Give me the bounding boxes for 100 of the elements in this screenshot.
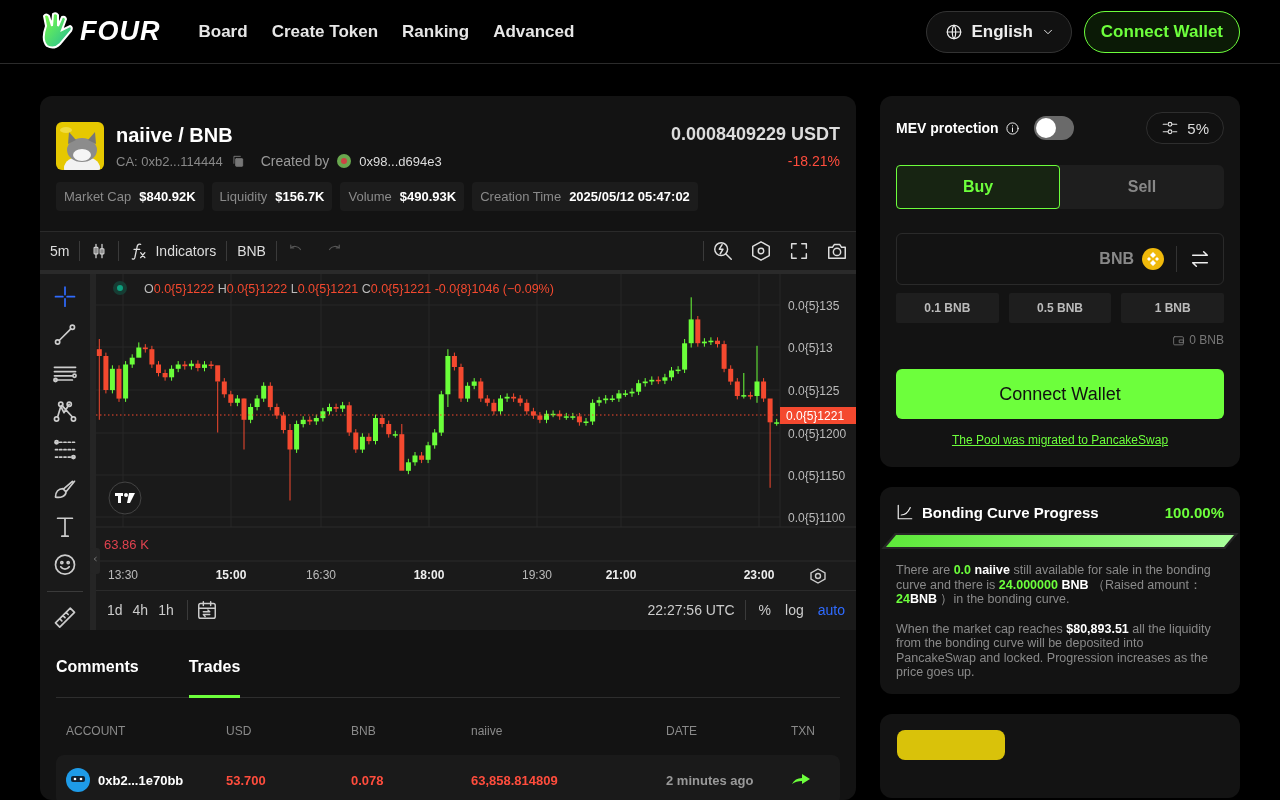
column-header: DATE bbox=[666, 724, 699, 738]
stat-value: $490.93K bbox=[399, 189, 457, 204]
wallet-balance: 0 BNB bbox=[1189, 333, 1224, 347]
status-dot-icon bbox=[113, 281, 127, 295]
trend-line-icon[interactable] bbox=[52, 322, 78, 348]
connect-wallet-button[interactable]: Connect Wallet bbox=[896, 369, 1224, 419]
range-button[interactable]: 1h bbox=[153, 602, 179, 618]
coin-icon bbox=[1142, 248, 1164, 270]
nav-link[interactable]: Advanced bbox=[493, 21, 575, 42]
logo-text: FOUR bbox=[80, 16, 161, 47]
time-tick-label: 21:00 bbox=[605, 568, 637, 582]
bnb-value: 0.078 bbox=[351, 772, 385, 788]
chart-line-icon bbox=[896, 503, 914, 521]
crosshair-icon[interactable] bbox=[52, 284, 78, 310]
scale-toggle[interactable]: % bbox=[751, 602, 779, 618]
side-tab[interactable]: Buy bbox=[896, 165, 1060, 209]
time-tick-label: 15:00 bbox=[215, 568, 247, 582]
stat-label: Market Cap bbox=[64, 189, 132, 204]
nav-link[interactable]: Create Token bbox=[271, 21, 379, 42]
avatar-icon bbox=[66, 768, 90, 792]
creator-address[interactable]: 0x98...d694e3 bbox=[359, 153, 442, 169]
price-tick-label: 0.0{5}125 bbox=[788, 384, 840, 398]
column-header: BNB bbox=[351, 724, 377, 738]
volume-label: 63.86 K bbox=[104, 537, 149, 552]
token-price: 0.0008409229 USDT bbox=[670, 124, 840, 145]
time-tick-label: 18:00 bbox=[413, 568, 445, 582]
slippage-button[interactable]: 5% bbox=[1146, 112, 1224, 144]
price-change: -18.21% bbox=[786, 153, 840, 169]
preset-amount-button[interactable]: 0.1 BNB bbox=[896, 293, 999, 323]
pattern-nodes-icon[interactable] bbox=[52, 399, 78, 425]
last-price-tag: 0.0{5}1221 bbox=[780, 407, 856, 424]
stat-label: Liquidity bbox=[219, 189, 268, 204]
settings-icon[interactable] bbox=[810, 568, 826, 584]
wallet-icon bbox=[1172, 333, 1186, 347]
price-tick-label: 0.0{5}1100 bbox=[788, 511, 846, 525]
symbol-button[interactable]: BNB bbox=[227, 243, 276, 259]
interval-button[interactable]: 5m bbox=[40, 243, 80, 259]
column-header: USD bbox=[226, 724, 253, 738]
migration-link[interactable]: The Pool was migrated to PancakeSwap bbox=[951, 433, 1169, 447]
progress-percent: 100.00% bbox=[1164, 503, 1224, 521]
column-header: ACCOUNT bbox=[66, 724, 127, 738]
tradingview-logo-icon bbox=[108, 481, 142, 515]
nav-link[interactable]: Ranking bbox=[402, 21, 470, 42]
created-by-label: Created by bbox=[260, 153, 330, 169]
time-tick-label: 16:30 bbox=[306, 568, 336, 582]
time-tick-label: 23:00 bbox=[743, 568, 775, 582]
creator-avatar-icon bbox=[337, 154, 352, 168]
amount-field[interactable]: BNB bbox=[896, 233, 1224, 285]
card-title: Bonding Curve Progress bbox=[922, 503, 1100, 521]
connect-wallet-button[interactable]: Connect Wallet bbox=[1083, 10, 1240, 53]
column-header: TXN bbox=[791, 724, 816, 738]
info-paragraph: When the market cap reaches $80,893.51 all the liquidity from the bonding curve will be deposited into PancakeSwap and locked. Progression increases as the price goes up. bbox=[896, 621, 1212, 680]
arrow-right-icon[interactable] bbox=[791, 771, 811, 786]
tab[interactable]: Comments bbox=[56, 648, 139, 698]
tab[interactable]: Trades bbox=[188, 648, 241, 698]
utc-clock: 22:27:56 UTC bbox=[647, 602, 736, 618]
mev-label: MEV protection bbox=[896, 120, 999, 136]
column-header: naiive bbox=[471, 724, 504, 738]
copy-icon[interactable] bbox=[230, 154, 245, 168]
stat-label: Creation Time bbox=[480, 189, 562, 204]
globe-icon bbox=[945, 22, 964, 41]
time-tick-label: 19:30 bbox=[522, 568, 552, 582]
token-amount: 63,858.814809 bbox=[471, 772, 559, 788]
stat-value: $156.7K bbox=[275, 189, 325, 204]
scale-toggle[interactable]: log bbox=[778, 602, 811, 618]
fullscreen-icon[interactable] bbox=[788, 240, 810, 262]
indicators-button[interactable]: Indicators bbox=[119, 241, 227, 261]
preset-amount-button[interactable]: 1 BNB bbox=[1121, 293, 1224, 323]
price-tick-label: 0.0{5}1150 bbox=[788, 469, 846, 483]
ohlc-legend: O0.0{5}1222 H0.0{5}1222 L0.0{5}1221 C0.0{5}1221 -0.0{8}1046 (−0.09%) bbox=[144, 282, 554, 296]
price-tick-label: 0.0{5}13 bbox=[788, 341, 833, 355]
date-range-icon[interactable] bbox=[195, 599, 218, 621]
token-pair-title: naiive / BNB bbox=[116, 124, 234, 147]
language-button[interactable]: English bbox=[926, 10, 1072, 53]
range-button[interactable]: 4h bbox=[127, 602, 154, 618]
price-tick-label: 0.0{5}1200 bbox=[788, 427, 847, 441]
range-button[interactable]: 1d bbox=[102, 602, 128, 618]
trade-date: 2 minutes ago bbox=[666, 772, 755, 788]
price-tick-label: 0.0{5}135 bbox=[788, 299, 840, 313]
ruler-icon[interactable] bbox=[52, 604, 78, 631]
side-tab[interactable]: Sell bbox=[1060, 165, 1224, 209]
stat-value: 2025/05/12 05:47:02 bbox=[569, 189, 690, 204]
contract-address: CA: 0xb2...114444 bbox=[116, 153, 223, 169]
stat-label: Volume bbox=[348, 189, 392, 204]
swap-icon[interactable] bbox=[1189, 248, 1211, 270]
info-icon[interactable] bbox=[1004, 120, 1020, 136]
lightning-search-icon[interactable] bbox=[712, 240, 734, 262]
account-address[interactable]: 0xb2...1e70bb bbox=[98, 772, 184, 788]
emoji-icon[interactable] bbox=[52, 552, 78, 578]
stat-value: $840.92K bbox=[139, 189, 196, 204]
nav-link[interactable]: Board bbox=[198, 21, 248, 42]
preset-amount-button[interactable]: 0.5 BNB bbox=[1008, 293, 1112, 323]
mev-toggle[interactable] bbox=[1033, 116, 1074, 140]
currency-label: BNB bbox=[1099, 250, 1134, 268]
info-paragraph: There are 0.0 naiive still available for sale in the bonding curve and there is 24.000000 BNB （Raised amount： 24BNB ）in the bonding curve. bbox=[896, 563, 1212, 607]
usd-value: 53.700 bbox=[226, 772, 267, 788]
settings-icon[interactable] bbox=[750, 240, 772, 262]
sliders-icon bbox=[1161, 119, 1180, 137]
time-tick-label: 13:30 bbox=[108, 568, 138, 582]
scale-toggle[interactable]: auto bbox=[810, 602, 852, 618]
